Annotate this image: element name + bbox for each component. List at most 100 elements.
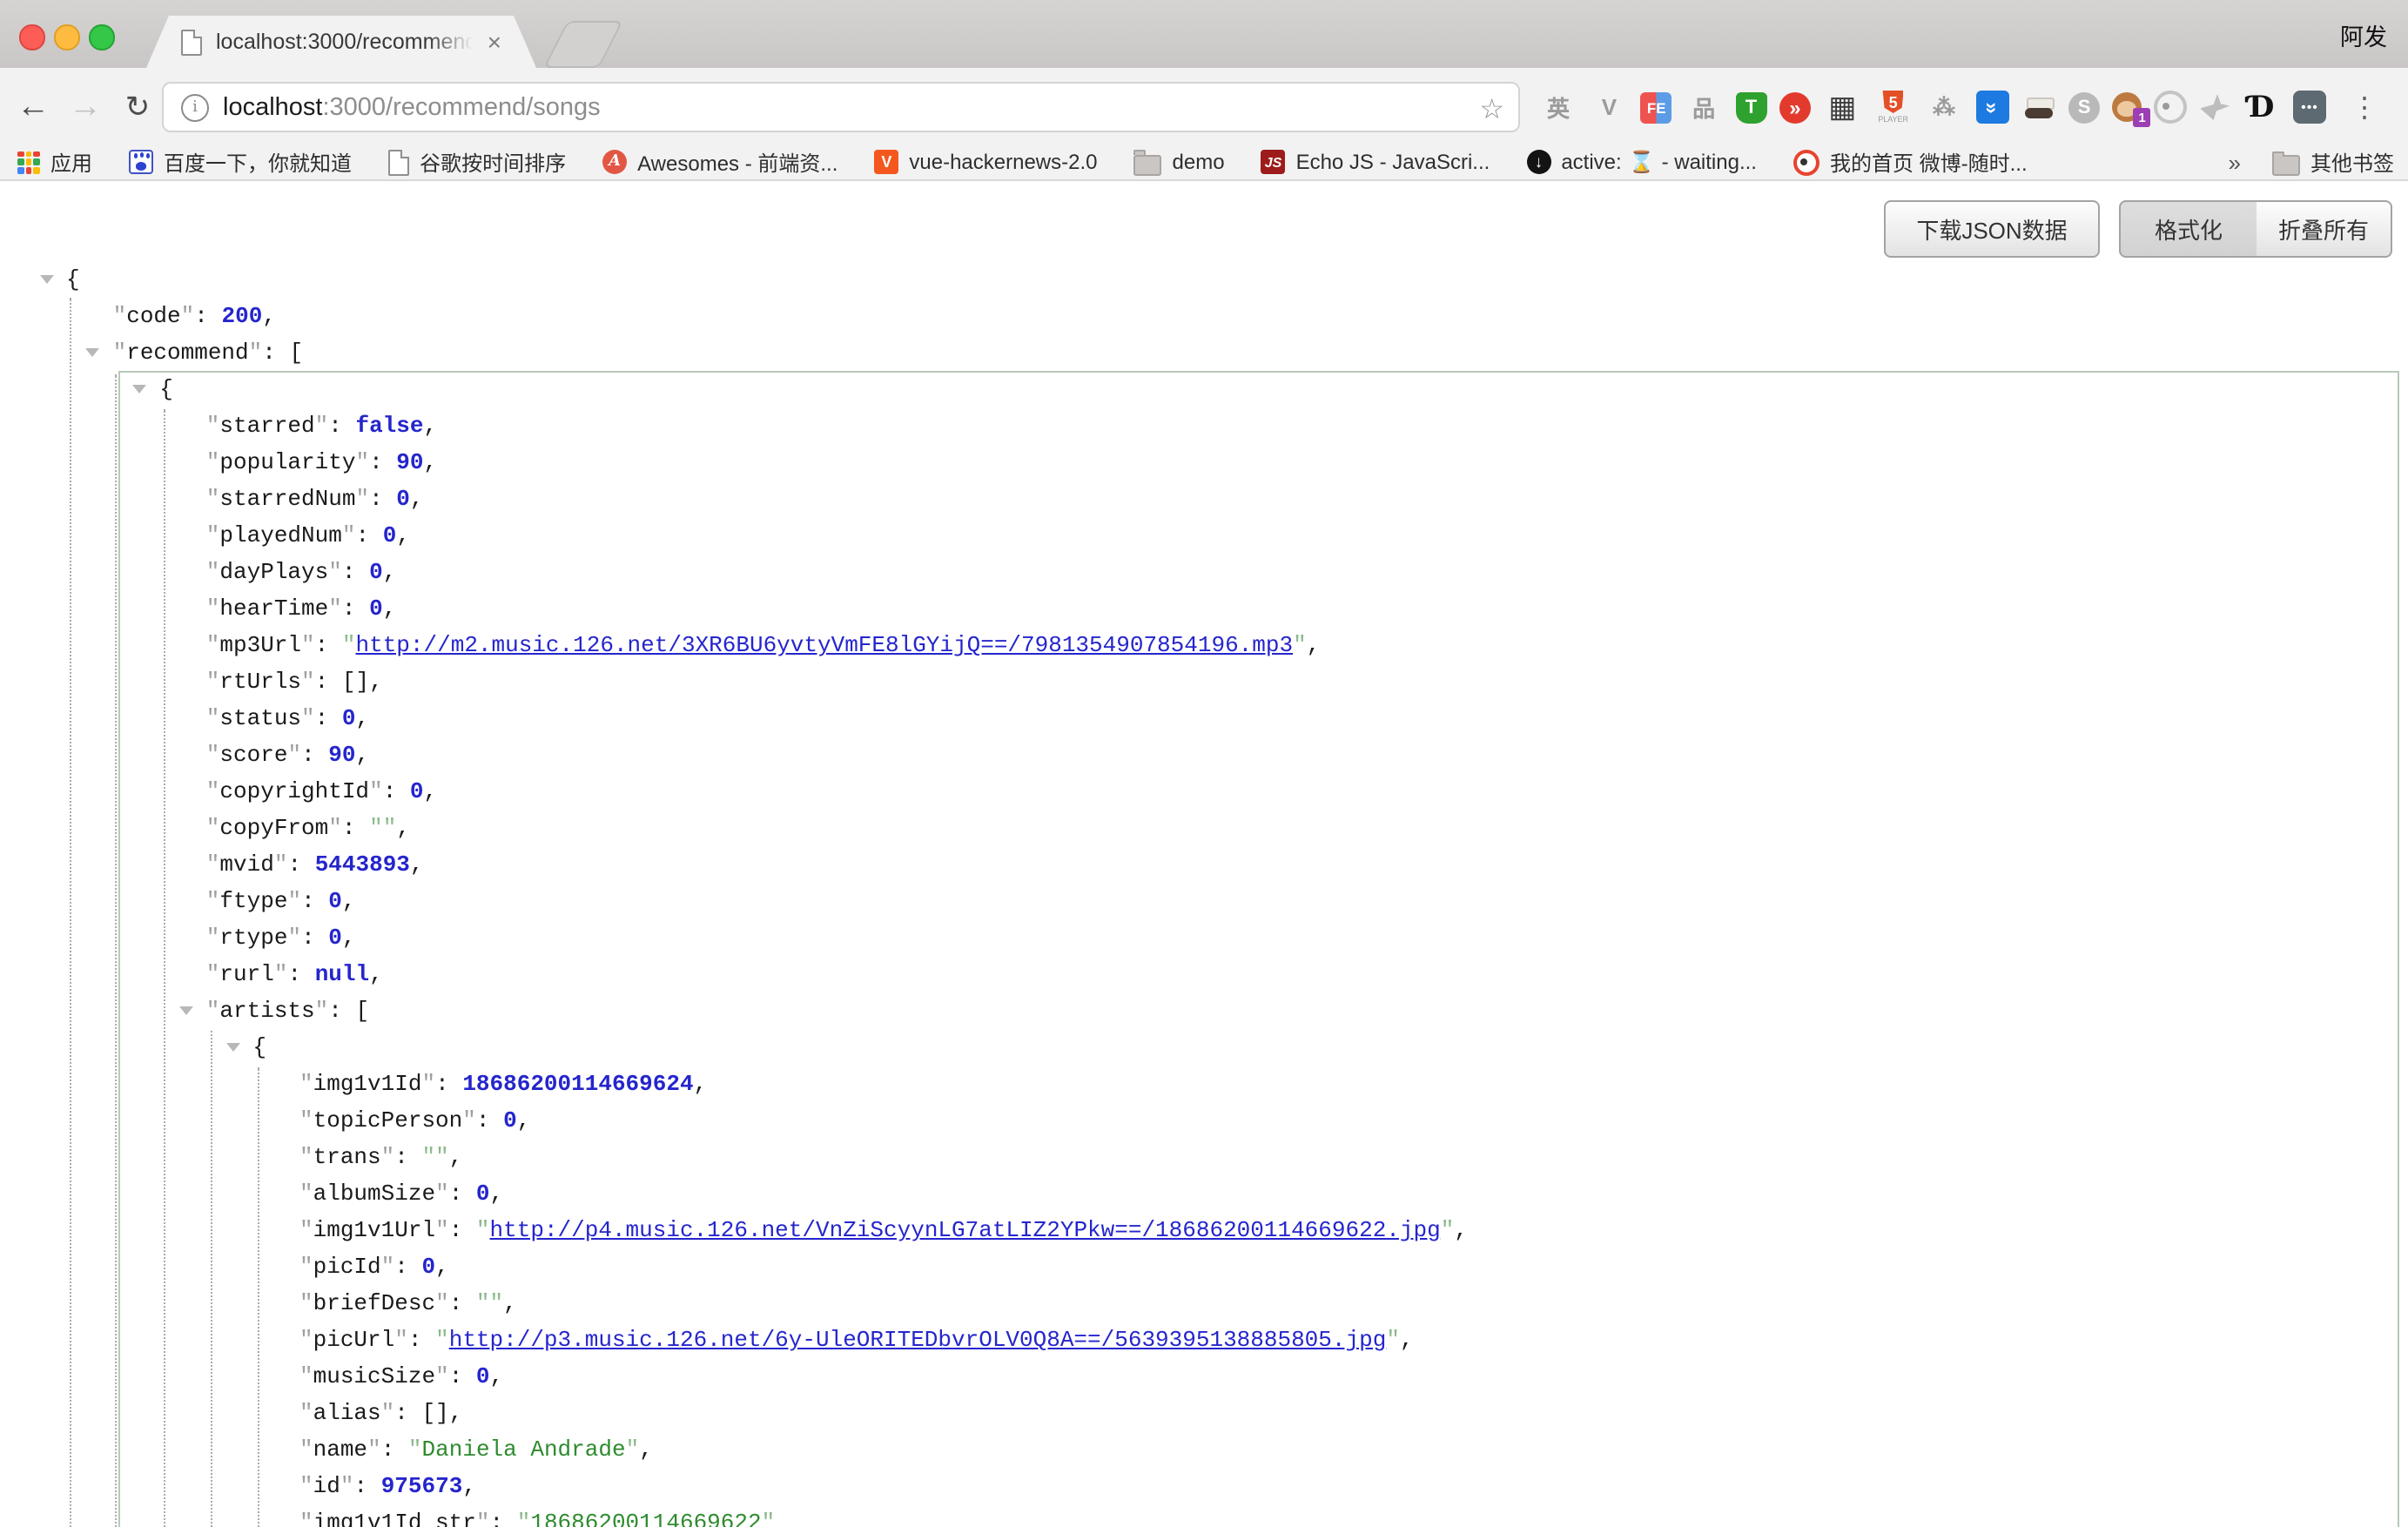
paw-icon[interactable]: ⁂ bbox=[1925, 87, 1963, 127]
translate-icon[interactable]: 英 bbox=[1539, 87, 1577, 127]
json-token: " bbox=[355, 486, 369, 512]
json-url-link[interactable]: http://p4.music.126.net/VnZiScyynLG7atLI… bbox=[490, 1217, 1441, 1243]
collapse-toggle-icon[interactable] bbox=[225, 1042, 239, 1051]
json-key: topicPerson bbox=[313, 1107, 463, 1133]
tab-close-icon[interactable]: × bbox=[488, 30, 501, 54]
json-url-link[interactable]: http://m2.music.126.net/3XR6BU6yvtyVmFE8… bbox=[356, 632, 1294, 658]
reload-button[interactable]: ↻ bbox=[115, 68, 160, 146]
json-line: "playedNum": 0, bbox=[0, 517, 2408, 554]
fastforward-icon[interactable]: » bbox=[1779, 91, 1811, 123]
back-button[interactable]: ← bbox=[10, 68, 56, 146]
incognito-icon[interactable] bbox=[2021, 90, 2056, 124]
json-line: "starredNum": 0, bbox=[0, 481, 2408, 517]
format-button[interactable]: 格式化 bbox=[2119, 200, 2258, 258]
json-token: : bbox=[435, 1071, 462, 1097]
collapse-toggle-icon[interactable] bbox=[39, 274, 53, 283]
json-token: , bbox=[424, 449, 438, 475]
sitemap-icon[interactable]: 品 bbox=[1685, 87, 1723, 127]
json-token: , bbox=[490, 1181, 504, 1207]
json-token: : bbox=[490, 1510, 517, 1527]
bookmark-item[interactable]: 百度一下，你就知道 bbox=[129, 148, 352, 178]
url-text[interactable]: localhost:3000/recommend/songs bbox=[223, 93, 601, 121]
json-token: : bbox=[315, 669, 342, 695]
json-token: : bbox=[394, 1400, 421, 1426]
json-token: " bbox=[206, 778, 220, 804]
json-line: "copyFrom": "", bbox=[0, 810, 2408, 846]
forward-button[interactable]: → bbox=[63, 68, 108, 146]
json-token: " bbox=[206, 449, 220, 475]
bookmarks-overflow-chevron-icon[interactable]: » bbox=[2229, 151, 2241, 177]
bookmark-item[interactable]: demo bbox=[1134, 150, 1225, 176]
json-token: " bbox=[328, 815, 342, 841]
json-token: " bbox=[287, 742, 301, 768]
bookmark-item[interactable]: JSEcho JS - JavaScri... bbox=[1261, 151, 1490, 175]
bookmark-item[interactable]: 我的首页 微博-随时... bbox=[1793, 148, 2028, 178]
new-tab-button[interactable] bbox=[543, 21, 623, 68]
json-token: " bbox=[355, 449, 369, 475]
address-bar[interactable]: i localhost:3000/recommend/songs ☆ bbox=[162, 82, 1520, 132]
bookmark-label: demo bbox=[1173, 151, 1225, 175]
json-token: : bbox=[476, 1107, 503, 1133]
vue-ext-icon[interactable]: V bbox=[1590, 87, 1628, 127]
more-dots-icon[interactable]: ••• bbox=[2293, 91, 2326, 124]
json-line: "code": 200, bbox=[0, 298, 2408, 334]
json-token: " bbox=[381, 1144, 395, 1170]
json-line: "popularity": 90, bbox=[0, 444, 2408, 481]
json-token: " bbox=[206, 705, 220, 731]
other-bookmarks[interactable]: 其他书签 bbox=[2272, 149, 2394, 178]
weibo-eye-icon[interactable] bbox=[2155, 91, 2188, 124]
s-letter-icon[interactable]: S bbox=[2068, 91, 2100, 123]
bookmark-star-icon[interactable]: ☆ bbox=[1479, 92, 1504, 127]
json-line: "name": "Daniela Andrade", bbox=[0, 1431, 2408, 1468]
window-close-button[interactable] bbox=[19, 24, 44, 50]
json-line: "rtype": 0, bbox=[0, 919, 2408, 956]
download-chevrons-icon[interactable]: » bbox=[1975, 91, 2008, 124]
bookmark-item[interactable]: ↓active:⌛- waiting... bbox=[1526, 151, 1757, 175]
browser-menu-icon[interactable]: ⋮ bbox=[2351, 68, 2378, 146]
qr-code-icon[interactable]: ▦ bbox=[1823, 87, 1861, 127]
json-token: : bbox=[328, 998, 355, 1024]
json-token: " bbox=[206, 595, 220, 622]
json-token: " bbox=[435, 1144, 449, 1170]
json-token: : bbox=[381, 1436, 408, 1463]
json-token: " bbox=[206, 815, 220, 841]
json-token: , bbox=[342, 925, 356, 951]
json-token: " bbox=[435, 1363, 449, 1389]
json-line: "copyrightId": 0, bbox=[0, 773, 2408, 810]
download-json-button[interactable]: 下载JSON数据 bbox=[1884, 200, 2100, 258]
json-token: : bbox=[315, 705, 342, 731]
info-icon[interactable]: i bbox=[181, 93, 209, 121]
collapse-toggle-icon[interactable] bbox=[86, 347, 100, 356]
json-token: : bbox=[394, 1254, 421, 1280]
profile-name[interactable]: 阿发 bbox=[2340, 17, 2387, 52]
bookmark-item[interactable]: AAwesomes - 前端资... bbox=[602, 148, 837, 178]
tampermonkey-shield-icon[interactable]: T bbox=[1736, 91, 1767, 123]
json-token: " bbox=[328, 595, 342, 622]
bird-icon[interactable] bbox=[2200, 94, 2230, 120]
json-token: " bbox=[206, 888, 220, 914]
browser-tab[interactable]: localhost:3000/recommend/so × bbox=[146, 16, 536, 68]
window-minimize-button[interactable] bbox=[54, 24, 79, 50]
collapse-toggle-icon[interactable] bbox=[132, 384, 146, 393]
json-value: 0 bbox=[383, 522, 397, 548]
monkey-icon[interactable]: 1 bbox=[2113, 92, 2142, 122]
json-token: " bbox=[1293, 632, 1307, 658]
json-key: copyrightId bbox=[219, 778, 369, 804]
collapse-toggle-icon[interactable] bbox=[179, 1006, 193, 1014]
bookmark-item[interactable]: 应用 bbox=[17, 148, 92, 178]
json-token: " bbox=[762, 1510, 776, 1527]
json-token: " bbox=[206, 998, 220, 1024]
html5-player-icon[interactable]: 5PLAYER bbox=[1874, 87, 1913, 127]
window-zoom-button[interactable] bbox=[89, 24, 114, 50]
json-token: : bbox=[369, 449, 396, 475]
collapse-all-button[interactable]: 折叠所有 bbox=[2257, 200, 2392, 258]
fe-icon[interactable]: FE bbox=[1641, 91, 1672, 123]
d-letter-icon[interactable]: Ɗ bbox=[2243, 87, 2281, 127]
json-value: 0 bbox=[369, 595, 383, 622]
json-url-link[interactable]: http://p3.music.126.net/6y-UleORITEDbvrO… bbox=[449, 1327, 1387, 1353]
bookmark-item[interactable]: 谷歌按时间排序 bbox=[388, 148, 566, 178]
json-value: false bbox=[355, 413, 423, 439]
bookmark-item[interactable]: Vvue-hackernews-2.0 bbox=[874, 151, 1097, 175]
json-key: starred bbox=[219, 413, 314, 439]
json-key: id bbox=[313, 1473, 340, 1499]
